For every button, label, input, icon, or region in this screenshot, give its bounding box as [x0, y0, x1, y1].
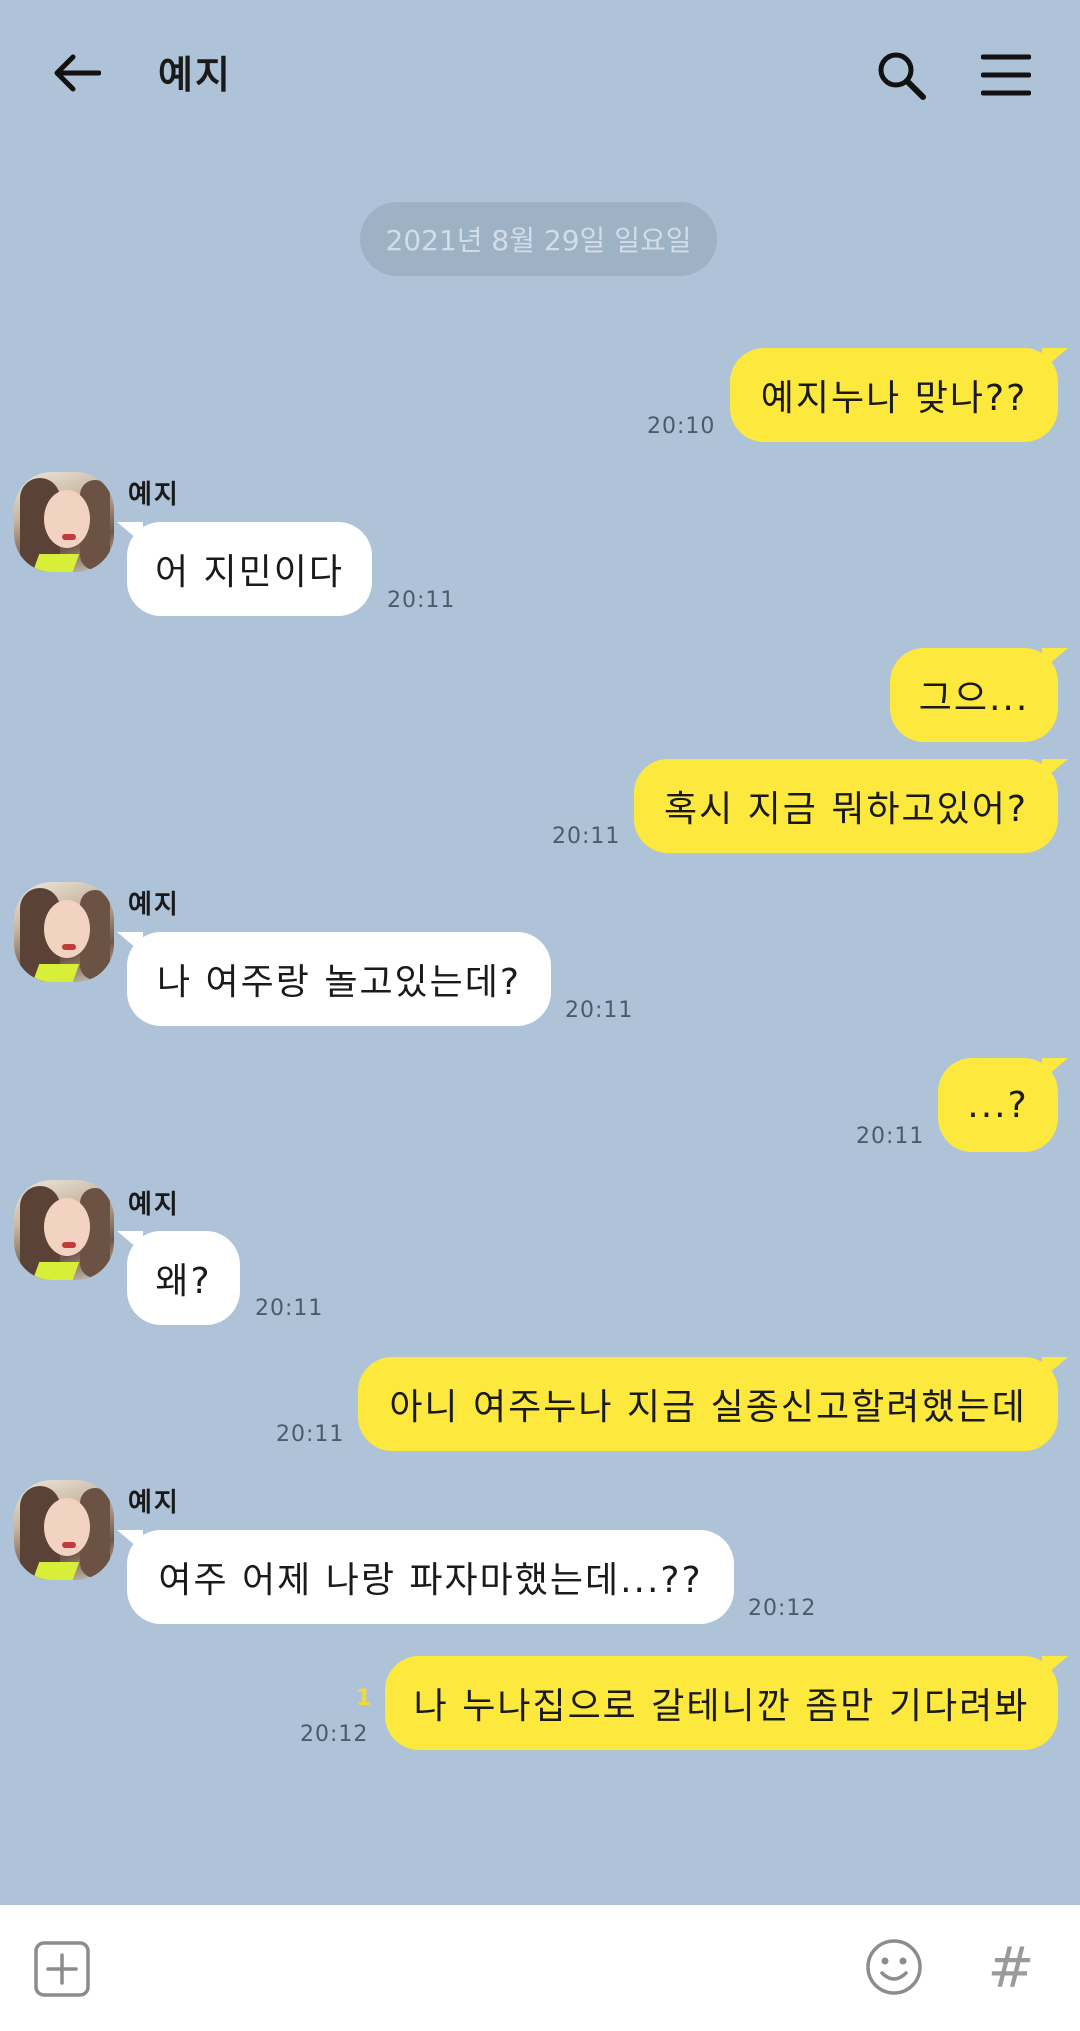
menu-icon — [981, 54, 1031, 96]
attach-button[interactable] — [30, 1937, 94, 2001]
hashtag-button[interactable]: # — [976, 1933, 1046, 2003]
my-message-bubble[interactable]: 혹시 지금 뭐하고있어? — [634, 759, 1068, 853]
message-time: 20:11 — [856, 1124, 925, 1149]
their-message-bubble[interactable]: 나 여주랑 놀고있는데? — [117, 932, 551, 1026]
menu-button[interactable] — [970, 40, 1042, 110]
chat-header: 예지 — [0, 0, 1080, 145]
sender-name: 예지 — [128, 480, 180, 510]
search-icon — [878, 52, 926, 100]
my-message-bubble[interactable]: 나 누나집으로 갈테니깐 좀만 기다려봐 — [385, 1656, 1068, 1750]
avatar[interactable] — [14, 882, 114, 982]
message-time: 20:11 — [255, 1296, 324, 1321]
message-input-bar[interactable]: # — [0, 1905, 1080, 2031]
message-time: 20:12 — [300, 1722, 369, 1747]
sender-name: 예지 — [128, 890, 180, 920]
message-time: 20:11 — [276, 1422, 345, 1447]
chat-title: 예지 — [158, 53, 232, 97]
emoji-button[interactable] — [862, 1935, 926, 1999]
message-time: 20:10 — [647, 414, 716, 439]
avatar[interactable] — [14, 472, 114, 572]
sender-name: 예지 — [128, 1190, 180, 1220]
avatar[interactable] — [14, 1480, 114, 1580]
their-message-bubble[interactable]: 왜? — [117, 1231, 240, 1325]
their-message-bubble[interactable]: 여주 어제 나랑 파자마했는데...?? — [117, 1530, 734, 1624]
my-message-bubble[interactable]: 아니 여주누나 지금 실종신고할려했는데 — [358, 1357, 1068, 1451]
emoji-icon — [866, 1939, 922, 1995]
message-time: 20:12 — [748, 1596, 817, 1621]
message-time: 20:11 — [565, 998, 634, 1023]
date-divider: 2021년 8월 29일 일요일 — [360, 202, 717, 276]
plus-square-icon — [34, 1941, 90, 1997]
message-time: 20:11 — [387, 588, 456, 613]
back-button[interactable] — [40, 42, 112, 104]
avatar[interactable] — [14, 1180, 114, 1280]
message-time: 20:11 — [552, 824, 621, 849]
arrow-left-icon — [54, 54, 101, 92]
my-message-bubble[interactable]: 그으... — [890, 648, 1068, 742]
their-message-bubble[interactable]: 어 지민이다 — [117, 522, 372, 616]
unread-count: 1 — [356, 1686, 372, 1711]
sender-name: 예지 — [128, 1488, 180, 1518]
search-button[interactable] — [866, 40, 936, 110]
my-message-bubble[interactable]: ...? — [938, 1058, 1068, 1152]
my-message-bubble[interactable]: 예지누나 맞나?? — [730, 348, 1068, 442]
